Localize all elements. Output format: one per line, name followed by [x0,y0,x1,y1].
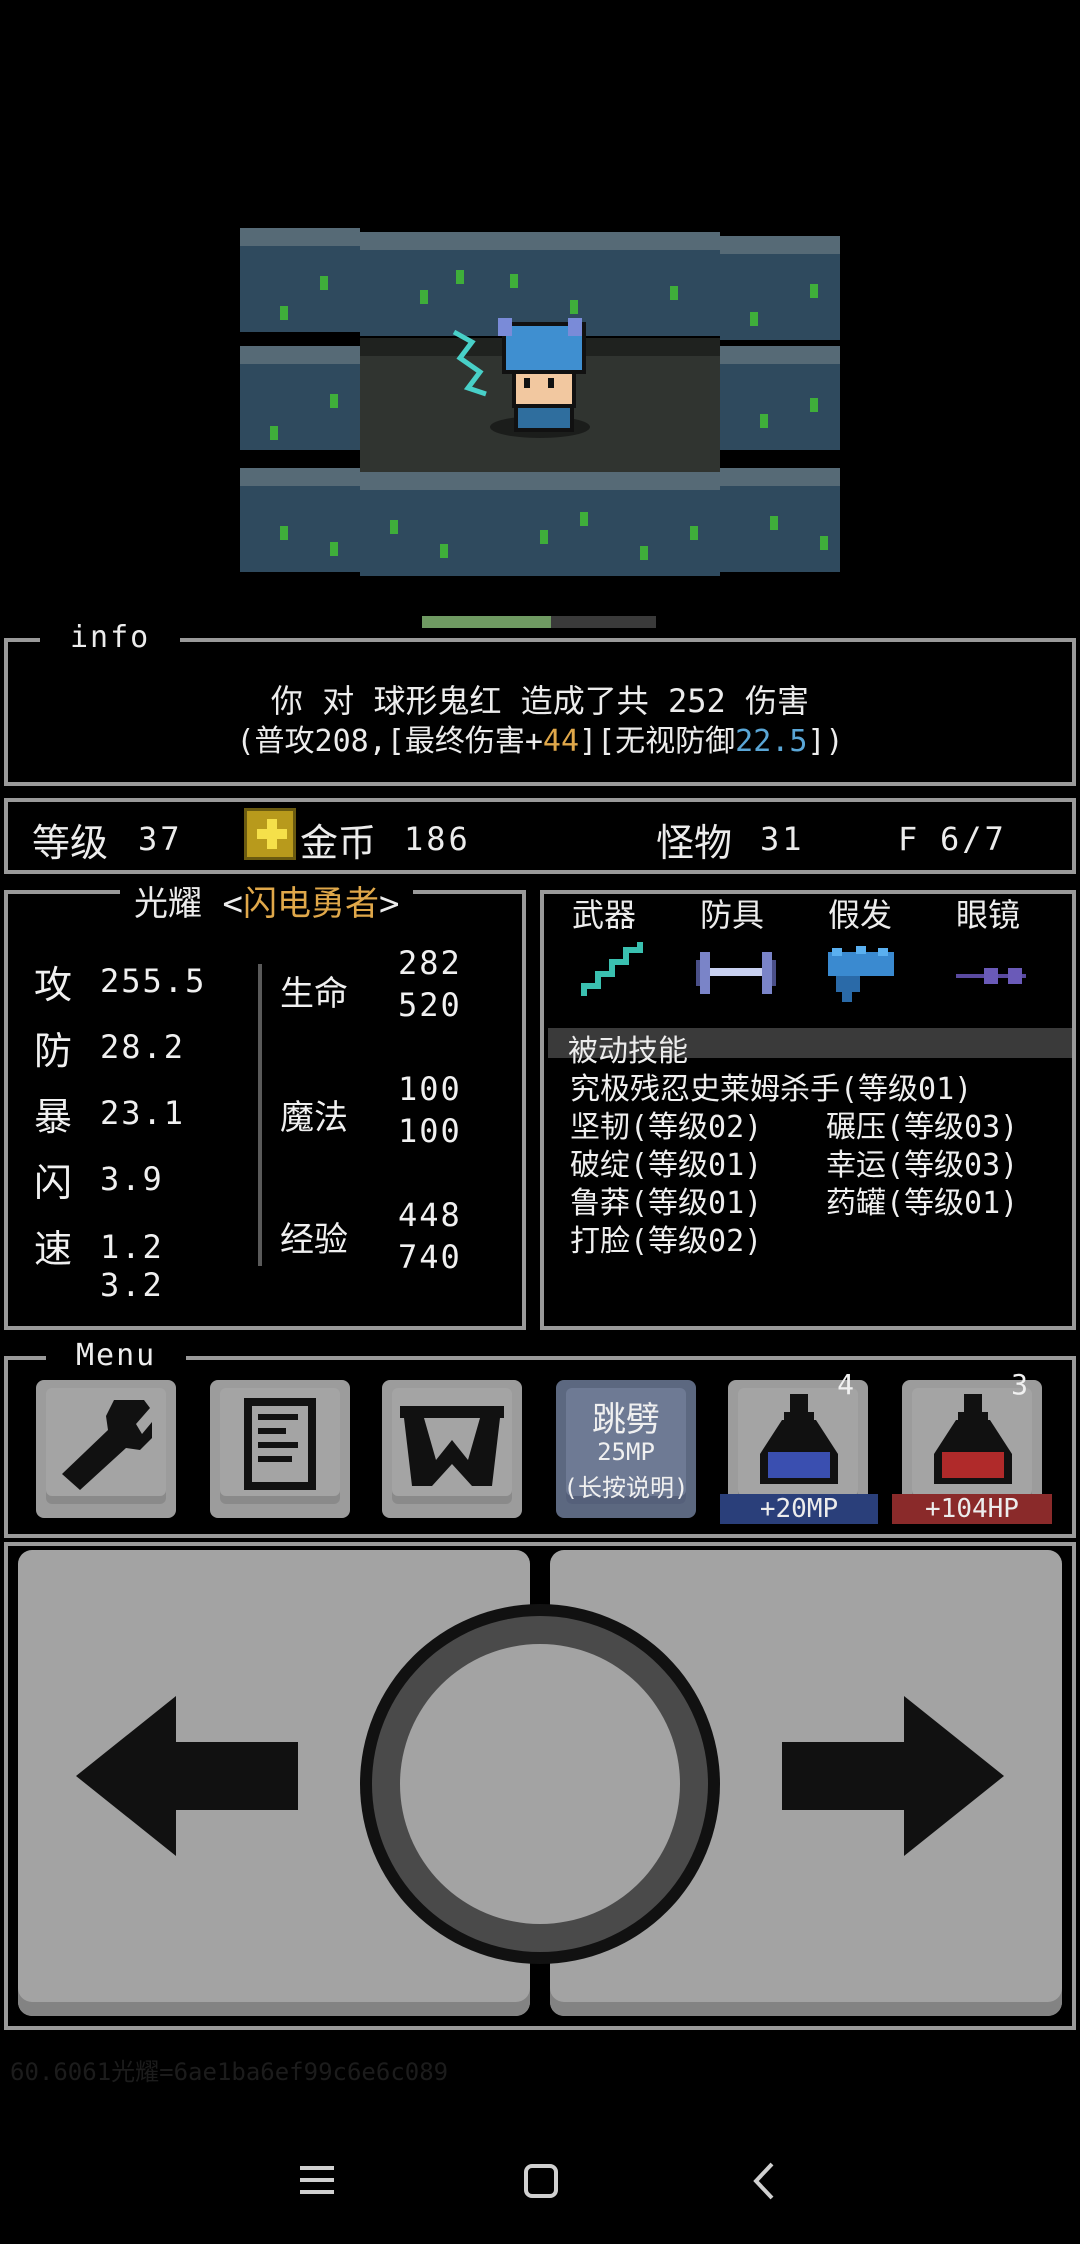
skill-cost: 25MP [597,1438,655,1466]
hp-current: 282 [398,944,462,982]
wig-icon[interactable] [826,946,896,1002]
skill-hint: (长按说明) [563,1474,689,1502]
level-label: 等级 [32,821,109,865]
speed-label: 速 [34,1227,73,1271]
notebook-icon [244,1398,316,1490]
glasses-icon[interactable] [956,964,1028,988]
atk-label: 攻 [34,963,73,1007]
wrench-icon [62,1400,152,1490]
android-nav-bar [0,2120,1080,2244]
atk-value: 255.5 [100,962,207,1000]
mp-label: 魔法 [280,1098,348,1138]
game-scene [240,228,840,578]
action-ring-inner [372,1616,708,1952]
left-arrow-icon [76,1696,298,1856]
weapon-slot-label: 武器 [572,896,637,934]
hp-max: 520 [398,986,462,1024]
floor-value: 6/7 [940,820,1007,858]
speed-value-2: 3.2 [100,1266,164,1304]
info-line-2-prefix: (普攻208,[最终伤害+ [236,724,543,759]
mp-potion-label: +20MP [720,1494,878,1524]
floor-label: F [898,820,918,858]
mp-max: 100 [398,1112,462,1150]
info-title: info [40,620,181,655]
settings-button[interactable] [36,1380,176,1518]
mp-current: 100 [398,1070,462,1108]
mp-potion-count: 4 [837,1368,854,1401]
passive-skills-header: 被动技能 [548,1028,1072,1069]
gold-value: 186 [404,820,471,858]
level-value: 37 [138,820,183,858]
exp-current: 448 [398,1196,462,1234]
crit-label: 暴 [34,1095,73,1139]
hero-name: 光耀 [134,884,202,924]
speed-value-1: 1.2 [100,1228,164,1266]
debug-text: 60.6061光耀=6ae1ba6ef99c6e6c089 [10,2058,449,2086]
final-damage-value: 44 [542,724,580,759]
armor-slot-label: 防具 [700,896,765,934]
def-value: 28.2 [100,1028,186,1066]
action-button[interactable] [360,1604,720,1964]
right-arrow-icon [782,1696,1004,1856]
glasses-slot-label: 眼镜 [956,896,1021,934]
bag-icon [400,1406,504,1486]
lightning-effect [452,329,487,397]
hero-sprite [490,318,590,438]
hp-progress-bar [422,616,656,628]
wig-slot-label: 假发 [828,896,893,934]
skill-button[interactable]: 跳劈 25MP (长按说明) [556,1380,696,1518]
hero-title-close: > [378,884,400,924]
inventory-button[interactable] [382,1380,522,1518]
gold-coin-icon [244,808,296,860]
home-icon[interactable] [524,2164,558,2198]
skill-name: 跳劈 [592,1400,660,1440]
weapon-icon[interactable] [580,940,644,1000]
def-label: 防 [34,1029,73,1073]
log-button[interactable] [210,1380,350,1518]
info-line-2-mid: ][无视防御 [579,724,736,759]
hero-title-open: < [222,884,243,924]
mp-potion-icon [760,1394,838,1484]
exp-max: 740 [398,1238,462,1276]
gold-label: 金币 [300,821,377,865]
monster-value: 31 [760,820,805,858]
dodge-value: 3.9 [100,1160,164,1198]
hero-name-title: 光耀 <闪电勇者> [120,876,414,925]
monster-label: 怪物 [656,821,733,865]
info-line-2-suffix: ]) [807,724,844,759]
skill-item: 药罐(等级01) [826,1186,1019,1221]
stats-divider [258,964,262,1266]
back-icon[interactable] [752,2162,776,2200]
menu-title: Menu [46,1338,187,1373]
circle-icon [400,1644,680,1924]
hp-progress-fill [422,616,551,628]
info-line-2: (普攻208,[最终伤害+44][无视防御22.5]) [0,716,1080,760]
ignore-defense-value: 22.5 [735,724,808,759]
skill-item: 打脸(等级02) [570,1224,763,1259]
hp-potion-icon [934,1394,1012,1484]
hero-class: 闪电勇者 [242,884,379,924]
exp-label: 经验 [280,1220,348,1260]
hp-potion-count: 3 [1011,1368,1028,1401]
crit-value: 23.1 [100,1094,186,1132]
menu-icon[interactable] [300,2164,334,2196]
armor-icon[interactable] [696,950,776,996]
dodge-label: 闪 [34,1161,73,1205]
hp-potion-label: +104HP [892,1494,1052,1524]
hp-label: 生命 [280,974,348,1014]
